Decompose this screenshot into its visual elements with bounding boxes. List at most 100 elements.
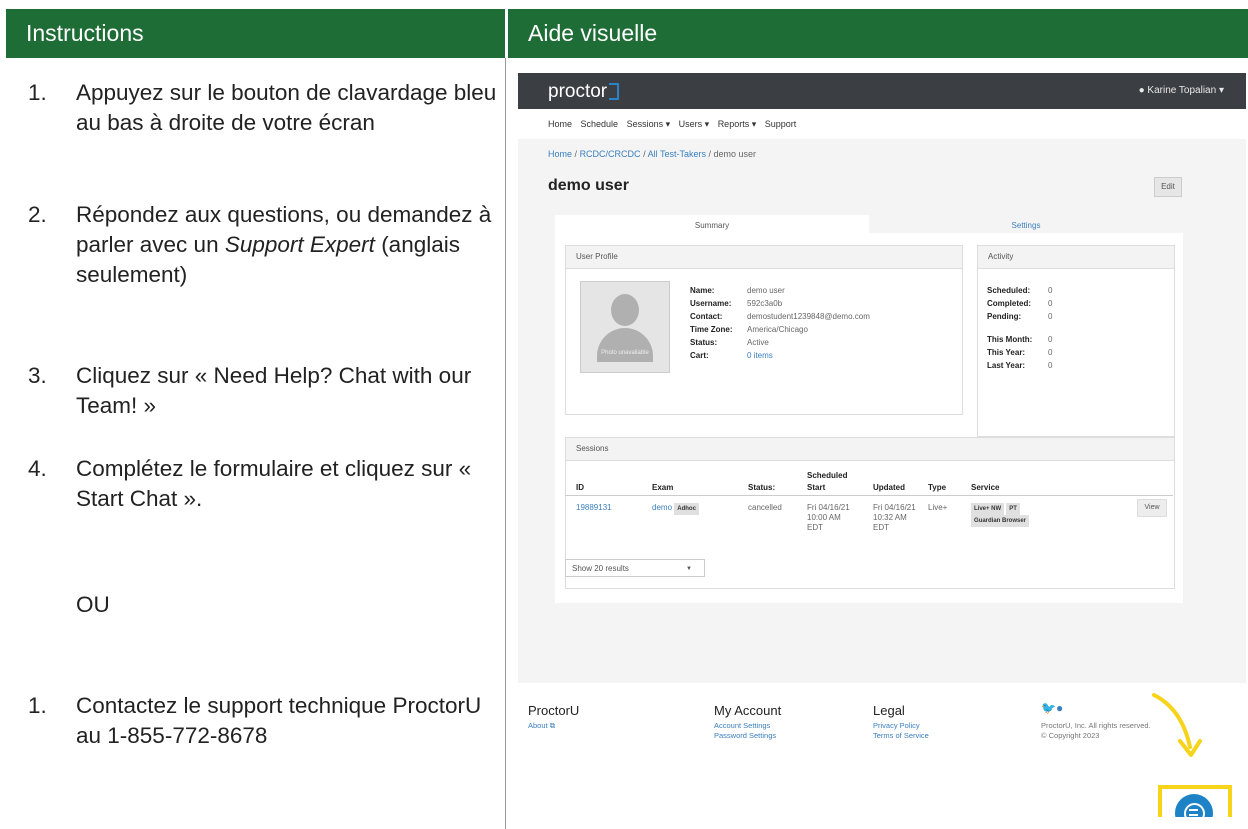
status-label: Status: [690, 338, 718, 347]
avatar: Photo unavailable [580, 281, 670, 373]
step-text: Appuyez sur le bouton de clavardage bleu… [76, 80, 497, 135]
col-status: Status: [748, 483, 776, 492]
username-value: 592c3a0b [747, 299, 783, 308]
social-links: 🐦● [1041, 701, 1063, 715]
nav-bar: Home Schedule Sessions ▾ Users ▾ Reports… [518, 109, 1246, 139]
step-number: 2. [28, 202, 47, 227]
step-number: 1. [28, 693, 47, 718]
account-settings-link[interactable]: Account Settings [714, 721, 776, 731]
adhoc-badge: Adhoc [674, 503, 699, 515]
legal-links: Privacy Policy Terms of Service [873, 721, 929, 741]
footer: ProctorU About ⧉ My Account Account Sett… [518, 683, 1246, 817]
step-text: Complétez le formulaire et cliquez sur «… [76, 456, 472, 511]
timezone-value: America/Chicago [747, 325, 808, 334]
edit-button[interactable]: Edit [1154, 177, 1182, 197]
instructions-header: Instructions [6, 9, 505, 58]
results-select[interactable]: Show 20 results ▼ [565, 559, 705, 577]
visual-aid-header-label: Aide visuelle [528, 20, 658, 46]
support-expert-term: Support Expert [224, 232, 375, 257]
col-type: Type [928, 483, 947, 492]
breadcrumb-test-takers[interactable]: All Test-Takers [648, 149, 706, 159]
service-badge: Live+ NW [971, 503, 1005, 515]
nav-schedule[interactable]: Schedule [581, 119, 619, 129]
sessions-header: Sessions [566, 438, 1174, 461]
proctoru-screenshot: proctor ● Karine Topalian ▾ Home Schedul… [518, 73, 1246, 817]
start-tz: EDT [807, 523, 823, 532]
table-header-divider [565, 495, 1173, 496]
nav-reports[interactable]: Reports ▾ [718, 119, 757, 129]
updated-date: Fri 04/16/21 [873, 503, 916, 512]
step-number: 4. [28, 456, 47, 481]
view-button[interactable]: View [1137, 499, 1167, 517]
chevron-down-icon: ▾ [1218, 85, 1224, 96]
updated-cell: Fri 04/16/21 10:32 AM EDT [873, 503, 916, 533]
instructions-header-label: Instructions [26, 20, 144, 46]
password-settings-link[interactable]: Password Settings [714, 731, 776, 741]
profile-labels: Name: Username: Contact: Time Zone: Stat… [690, 284, 733, 362]
footer-proctoru-title: ProctorU [528, 703, 580, 718]
about-link[interactable]: About ⧉ [528, 721, 555, 731]
rights-text: ProctorU, Inc. All rights reserved. [1041, 721, 1151, 730]
profile-values: demo user 592c3a0b demostudent1239848@de… [747, 284, 870, 362]
chevron-down-icon: ▼ [686, 566, 692, 572]
nav-home[interactable]: Home [548, 119, 572, 129]
contact-value: demostudent1239848@demo.com [747, 312, 870, 321]
nav-support[interactable]: Support [765, 119, 797, 129]
terms-of-service-link[interactable]: Terms of Service [873, 731, 929, 741]
nav-sessions[interactable]: Sessions ▾ [627, 119, 671, 129]
step-text: Cliquez sur « Need Help? Chat with our T… [76, 363, 472, 418]
breadcrumb-org[interactable]: RCDC/CRCDC [580, 149, 641, 159]
chat-line-icon [1189, 809, 1198, 811]
breadcrumb: Home / RCDC/CRCDC / All Test-Takers / de… [548, 149, 757, 159]
cart-link[interactable]: 0 items [747, 349, 870, 362]
chat-line-icon [1189, 814, 1198, 816]
instructions-column: 1. Appuyez sur le bouton de clavardage b… [6, 58, 505, 829]
results-select-value: Show 20 results [572, 564, 629, 573]
activity-labels: Scheduled: Completed: Pending: This Mont… [987, 284, 1032, 372]
username-label: Username: [690, 299, 732, 308]
github-icon[interactable]: ● [1056, 701, 1063, 715]
completed-value: 0 [1048, 299, 1053, 308]
session-id-link[interactable]: 19889131 [576, 503, 612, 513]
step-number: 1. [28, 80, 47, 105]
name-value: demo user [747, 286, 785, 295]
nav-users[interactable]: Users ▾ [679, 119, 710, 129]
updated-time: 10:32 AM [873, 513, 907, 522]
status-value: Active [747, 338, 769, 347]
this-year-value: 0 [1048, 348, 1053, 357]
start-time: 10:00 AM [807, 513, 841, 522]
footer-legal-text: ProctorU, Inc. All rights reserved. © Co… [1041, 721, 1151, 741]
col-id: ID [576, 483, 584, 492]
type-cell: Live+ [928, 503, 948, 512]
proctoru-logo: proctor [548, 81, 620, 103]
breadcrumb-home[interactable]: Home [548, 149, 572, 159]
cart-label: Cart: [690, 351, 709, 360]
service-cell: Live+ NW PT Guardian Browser [971, 503, 1031, 527]
twitter-icon[interactable]: 🐦 [1041, 701, 1056, 715]
step-text: Répondez aux questions, ou demandez à pa… [76, 200, 506, 290]
user-menu[interactable]: ● Karine Topalian ▾ [1139, 85, 1224, 96]
avatar-head-icon [611, 294, 639, 326]
name-label: Name: [690, 286, 715, 295]
arrow-annotation-icon [1152, 693, 1202, 757]
status-cell: cancelled [748, 503, 782, 512]
activity-header: Activity [978, 246, 1174, 269]
exam-link[interactable]: demo [652, 503, 672, 512]
col-service: Service [971, 483, 1000, 492]
avatar-body-icon [597, 328, 653, 362]
visual-aid-header: Aide visuelle [508, 9, 1248, 58]
pending-value: 0 [1048, 312, 1053, 321]
guardian-browser-badge: Guardian Browser [971, 515, 1030, 527]
col-updated: Updated [873, 483, 905, 492]
or-label: OU [76, 592, 110, 617]
external-link-icon: ⧉ [549, 721, 556, 730]
top-bar: proctor ● Karine Topalian ▾ [518, 73, 1246, 109]
col-exam: Exam [652, 483, 674, 492]
last-year-label: Last Year: [987, 361, 1026, 370]
account-links: Account Settings Password Settings [714, 721, 776, 741]
scheduled-label: Scheduled: [987, 286, 1031, 295]
copyright-text: © Copyright 2023 [1041, 731, 1100, 740]
about-label: About [528, 721, 548, 730]
privacy-policy-link[interactable]: Privacy Policy [873, 721, 929, 731]
service-badge: PT [1006, 503, 1020, 515]
